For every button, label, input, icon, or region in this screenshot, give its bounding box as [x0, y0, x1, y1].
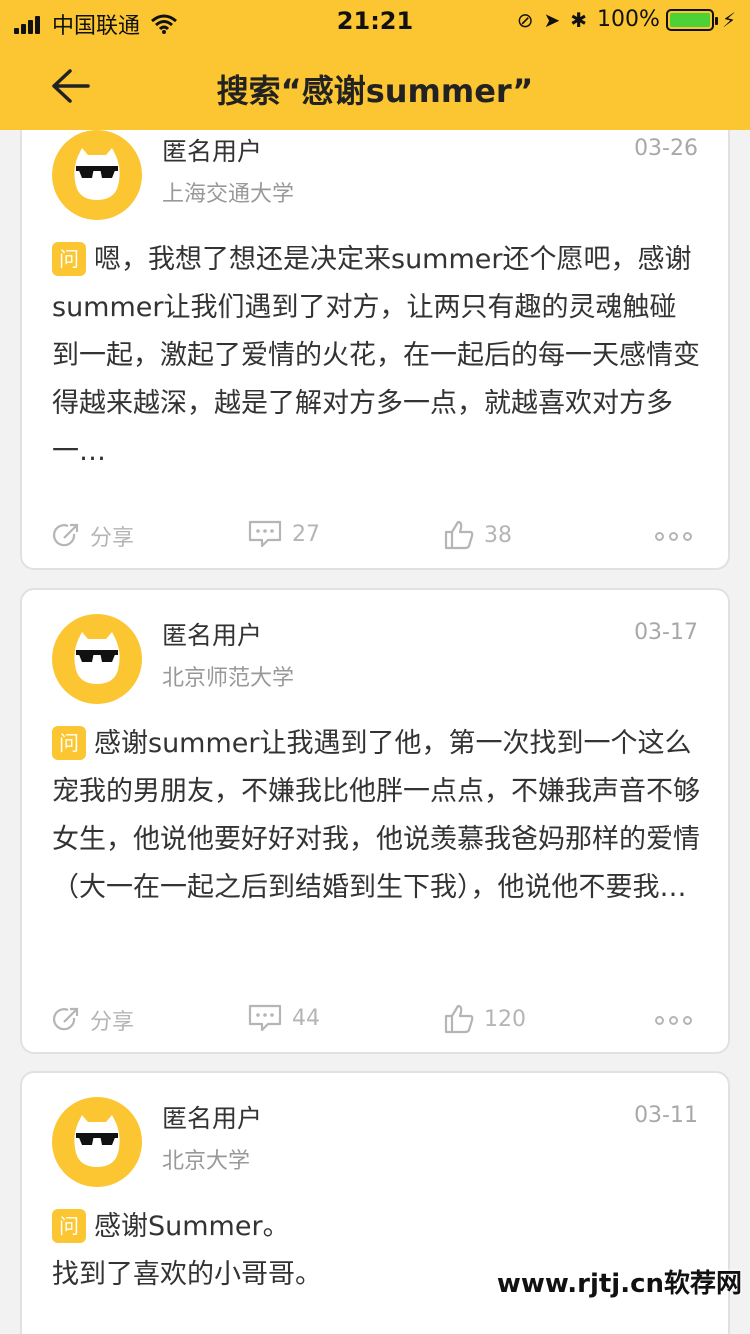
post-date: 03-11: [634, 1103, 698, 1128]
post-text-line-2: 找到了喜欢的小哥哥。: [52, 1259, 322, 1290]
avatar[interactable]: [52, 130, 142, 220]
like-count: 120: [484, 1006, 526, 1032]
post-content[interactable]: 问嗯，我想了想还是决定来summer还个愿吧，感谢summer让我们遇到了对方，…: [52, 236, 702, 476]
like-count: 38: [484, 522, 512, 548]
post-text-line-1: 感谢Summer。: [94, 1211, 290, 1242]
battery-fill: [669, 12, 710, 27]
anonymous-avatar-icon: [74, 1115, 120, 1167]
like-button[interactable]: 120: [444, 1004, 526, 1034]
like-button[interactable]: 38: [444, 520, 512, 550]
action-bar: 分享 44 120: [22, 1004, 732, 1044]
anonymous-avatar-icon: [74, 632, 120, 684]
share-label: 分享: [90, 526, 135, 551]
post-text: 嗯，我想了想还是决定来summer还个愿吧，感谢summer让我们遇到了对方，让…: [52, 244, 700, 467]
bluetooth-icon: ✱: [570, 7, 588, 32]
username[interactable]: 匿名用户: [162, 132, 262, 168]
share-icon: [53, 523, 79, 547]
comment-count: 27: [292, 521, 320, 547]
thumbs-up-icon: [444, 1004, 474, 1034]
status-right: ⊘ ➤ ✱ 100% ⚡: [517, 7, 736, 32]
username[interactable]: 匿名用户: [162, 1099, 262, 1135]
comment-count: 44: [292, 1005, 320, 1031]
page-title: 搜索“感谢summer”: [216, 72, 534, 110]
comment-button[interactable]: 27: [248, 520, 320, 548]
question-badge: 问: [52, 1209, 86, 1243]
post-card[interactable]: 匿名用户 北京师范大学 03-17 问感谢summer让我遇到了他，第一次找到一…: [20, 588, 730, 1054]
action-bar: 分享 27 38: [22, 520, 732, 560]
anonymous-avatar-icon: [74, 148, 120, 200]
question-badge: 问: [52, 726, 86, 760]
question-badge: 问: [52, 242, 86, 276]
share-button[interactable]: 分享: [52, 520, 134, 552]
avatar[interactable]: [52, 614, 142, 704]
more-options-icon[interactable]: [650, 1016, 692, 1025]
battery-percent: 100%: [597, 7, 660, 32]
school-name: 北京大学: [162, 1149, 251, 1174]
nav-bar: 搜索“感谢summer”: [0, 40, 750, 130]
battery-icon: [665, 8, 718, 31]
school-name: 北京师范大学: [162, 666, 295, 691]
school-name: 上海交通大学: [162, 182, 295, 207]
post-content[interactable]: 问感谢summer让我遇到了他，第一次找到一个这么宠我的男朋友，不嫌我比他胖一点…: [52, 720, 702, 912]
header: 中国联通 21:21 ⊘ ➤ ✱ 100% ⚡ 搜索“感谢summer”: [0, 0, 750, 130]
post-date: 03-17: [634, 620, 698, 645]
comment-icon: [248, 1004, 282, 1032]
more-options-icon[interactable]: [650, 532, 692, 541]
share-button[interactable]: 分享: [52, 1004, 134, 1036]
location-icon: ➤: [543, 7, 561, 32]
rotation-lock-icon: ⊘: [516, 7, 534, 32]
status-bar: 中国联通 21:21 ⊘ ➤ ✱ 100% ⚡: [0, 0, 750, 40]
post-card[interactable]: 匿名用户 上海交通大学 03-26 问嗯，我想了想还是决定来summer还个愿吧…: [20, 104, 730, 570]
app-screen: 中国联通 21:21 ⊘ ➤ ✱ 100% ⚡ 搜索“感谢summer” 匿名用…: [0, 0, 750, 1334]
comment-icon: [248, 520, 282, 548]
watermark: www.rjtj.cn软荐网: [496, 1269, 742, 1299]
charging-icon: ⚡: [721, 7, 736, 32]
avatar[interactable]: [52, 1097, 142, 1187]
share-icon: [53, 1007, 79, 1031]
thumbs-up-icon: [444, 520, 474, 550]
share-label: 分享: [90, 1010, 135, 1035]
username[interactable]: 匿名用户: [162, 616, 262, 652]
post-text: 感谢summer让我遇到了他，第一次找到一个这么宠我的男朋友，不嫌我比他胖一点点…: [52, 728, 700, 903]
comment-button[interactable]: 44: [248, 1004, 320, 1032]
post-date: 03-26: [634, 136, 698, 161]
